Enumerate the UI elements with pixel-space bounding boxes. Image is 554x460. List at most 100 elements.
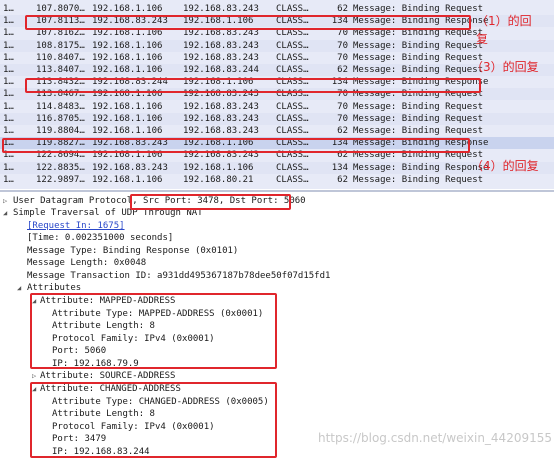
packet-length: 70: [337, 101, 348, 112]
packet-number: 1…: [3, 162, 14, 173]
packet-row[interactable]: 1… 113.8467… 192.168.1.106 192.168.83.243 CL…: [0, 88, 554, 101]
packet-row[interactable]: 1… 107.8070… 192.168.1.106 192.168.83.243 CL…: [0, 3, 554, 15]
message-length-field[interactable]: Message Length: 0x0048: [27, 257, 146, 269]
packet-length: 70: [337, 113, 348, 124]
packet-row[interactable]: 1… 114.8483… 192.168.1.106 192.168.83.243 CL…: [0, 101, 554, 113]
packet-protocol: CLASS…: [276, 77, 309, 88]
request-in-link[interactable]: [Request In: 1675]: [27, 220, 125, 232]
changed-ip-field[interactable]: IP: 192.168.83.244: [52, 446, 150, 458]
packet-time: 119.8804…: [36, 126, 85, 136]
udp-line[interactable]: User Datagram Protocol, Src Port: 3478, …: [13, 195, 306, 207]
changed-length-field[interactable]: Attribute Length: 8: [52, 408, 155, 420]
packet-destination: 192.168.80.21: [183, 174, 254, 185]
packet-source: 192.168.83.243: [92, 162, 168, 173]
packet-protocol: CLASS…: [276, 89, 309, 100]
message-type-field[interactable]: Message Type: Binding Response (0x0101): [27, 245, 238, 257]
packet-destination: 192.168.83.243: [183, 89, 259, 100]
stun-title[interactable]: Simple Traversal of UDP Through NAT: [13, 207, 203, 219]
collapse-arrow-icon[interactable]: ◢: [17, 282, 21, 294]
mapped-family-field[interactable]: Protocol Family: IPv4 (0x0001): [52, 333, 215, 345]
packet-row[interactable]: 1… 119.8827… 192.168.83.243 192.168.1.106 CL…: [0, 137, 554, 150]
expand-arrow-icon[interactable]: ▷: [3, 195, 7, 207]
packet-number: 1…: [3, 174, 14, 185]
packet-row[interactable]: 1… 108.8175… 192.168.1.106 192.168.83.243 CL…: [0, 39, 554, 52]
changed-address-node[interactable]: Attribute: CHANGED-ADDRESS: [40, 383, 181, 395]
changed-port-field[interactable]: Port: 3479: [52, 433, 106, 445]
packet-protocol: CLASS…: [276, 101, 309, 112]
packet-source: 192.168.1.106: [92, 89, 163, 100]
annotation-reply-4: （4）的回复: [471, 159, 539, 173]
udp-label: User Datagram Protocol,: [13, 196, 144, 206]
packet-time: 108.8175…: [36, 40, 85, 51]
packet-info: Message: Binding Request: [353, 174, 484, 185]
packet-destination: 192.168.1.106: [183, 138, 254, 149]
transaction-id-field[interactable]: Message Transaction ID: a931dd495367187b…: [27, 270, 330, 282]
time-field[interactable]: [Time: 0.002351000 seconds]: [27, 232, 173, 244]
packet-length: 70: [337, 89, 348, 100]
packet-row[interactable]: 1… 122.9897… 192.168.1.106 192.168.80.21 CLA…: [0, 174, 554, 186]
packet-protocol: CLASS…: [276, 40, 309, 51]
mapped-port-field[interactable]: Port: 5060: [52, 345, 106, 357]
packet-info: Message: Binding Request: [353, 28, 484, 39]
packet-time: 107.8162…: [36, 28, 85, 39]
mapped-length-field[interactable]: Attribute Length: 8: [52, 320, 155, 332]
packet-number: 1…: [3, 89, 14, 100]
packet-destination: 192.168.83.243: [183, 126, 259, 136]
packet-protocol: CLASS…: [276, 174, 309, 185]
packet-row[interactable]: 1… 107.8162… 192.168.1.106 192.168.83.243 CL…: [0, 27, 554, 39]
packet-destination: 192.168.83.243: [183, 28, 259, 39]
packet-protocol: CLASS…: [276, 126, 309, 136]
packet-length: 62: [337, 150, 348, 161]
packet-length: 70: [337, 28, 348, 39]
annotation-reply-1-cont: 复: [476, 32, 489, 46]
collapse-arrow-icon[interactable]: ◢: [32, 383, 36, 395]
udp-ports: Src Port: 3478, Dst Port: 5060: [143, 196, 306, 206]
packet-number: 1…: [3, 40, 14, 51]
packet-protocol: CLASS…: [276, 150, 309, 161]
packet-info: Message: Binding Request: [353, 126, 484, 136]
packet-number: 1…: [3, 126, 14, 136]
packet-time: 107.8070…: [36, 4, 85, 14]
packet-info: Message: Binding Response: [353, 138, 489, 149]
packet-protocol: CLASS…: [276, 138, 309, 149]
packet-row[interactable]: 1… 107.8113… 192.168.83.243 192.168.1.106 CL…: [0, 15, 554, 28]
packet-protocol: CLASS…: [276, 52, 309, 63]
packet-destination: 192.168.83.243: [183, 52, 259, 63]
packet-number: 1…: [3, 28, 14, 39]
packet-source: 192.168.1.106: [92, 113, 163, 124]
collapse-arrow-icon[interactable]: ◢: [3, 207, 7, 219]
changed-family-field[interactable]: Protocol Family: IPv4 (0x0001): [52, 421, 215, 433]
packet-row[interactable]: 1… 119.8804… 192.168.1.106 192.168.83.243 CL…: [0, 125, 554, 137]
mapped-address-node[interactable]: Attribute: MAPPED-ADDRESS: [40, 295, 175, 307]
attributes-node[interactable]: Attributes: [27, 282, 81, 294]
packet-info: Message: Binding Request: [353, 40, 484, 51]
packet-destination: 192.168.1.106: [183, 77, 254, 88]
packet-source: 192.168.1.106: [92, 101, 163, 112]
mapped-ip-field[interactable]: IP: 192.168.79.9: [52, 358, 139, 370]
mapped-type-field[interactable]: Attribute Type: MAPPED-ADDRESS (0x0001): [52, 308, 263, 320]
packet-length: 70: [337, 40, 348, 51]
collapse-arrow-icon[interactable]: ◢: [32, 295, 36, 307]
packet-row[interactable]: 1… 116.8705… 192.168.1.106 192.168.83.243 CL…: [0, 112, 554, 125]
expand-arrow-icon[interactable]: ▷: [32, 370, 36, 382]
packet-protocol: CLASS…: [276, 4, 309, 14]
packet-length: 62: [337, 65, 348, 75]
packet-source: 192.168.83.243: [92, 138, 168, 149]
packet-number: 1…: [3, 113, 14, 124]
pane-divider[interactable]: [0, 190, 554, 192]
packet-source: 192.168.1.106: [92, 150, 163, 161]
packet-info: Message: Binding Request: [353, 113, 484, 124]
packet-row[interactable]: 1… 113.8432… 192.168.83.244 192.168.1.106 CL…: [0, 76, 554, 88]
source-address-node[interactable]: Attribute: SOURCE-ADDRESS: [40, 370, 175, 382]
annotation-reply-3: （3）的回复: [471, 60, 539, 74]
packet-destination: 192.168.1.106: [183, 162, 254, 173]
packet-time: 107.8113…: [36, 16, 85, 27]
packet-number: 1…: [3, 65, 14, 75]
changed-type-field[interactable]: Attribute Type: CHANGED-ADDRESS (0x0005): [52, 396, 269, 408]
packet-protocol: CLASS…: [276, 113, 309, 124]
packet-info: Message: Binding Response: [353, 77, 489, 88]
packet-time: 113.8407…: [36, 65, 85, 75]
packet-time: 110.8407…: [36, 52, 85, 63]
packet-time: 122.8835…: [36, 162, 85, 173]
watermark: https://blog.csdn.net/weixin_44209155: [317, 431, 552, 445]
